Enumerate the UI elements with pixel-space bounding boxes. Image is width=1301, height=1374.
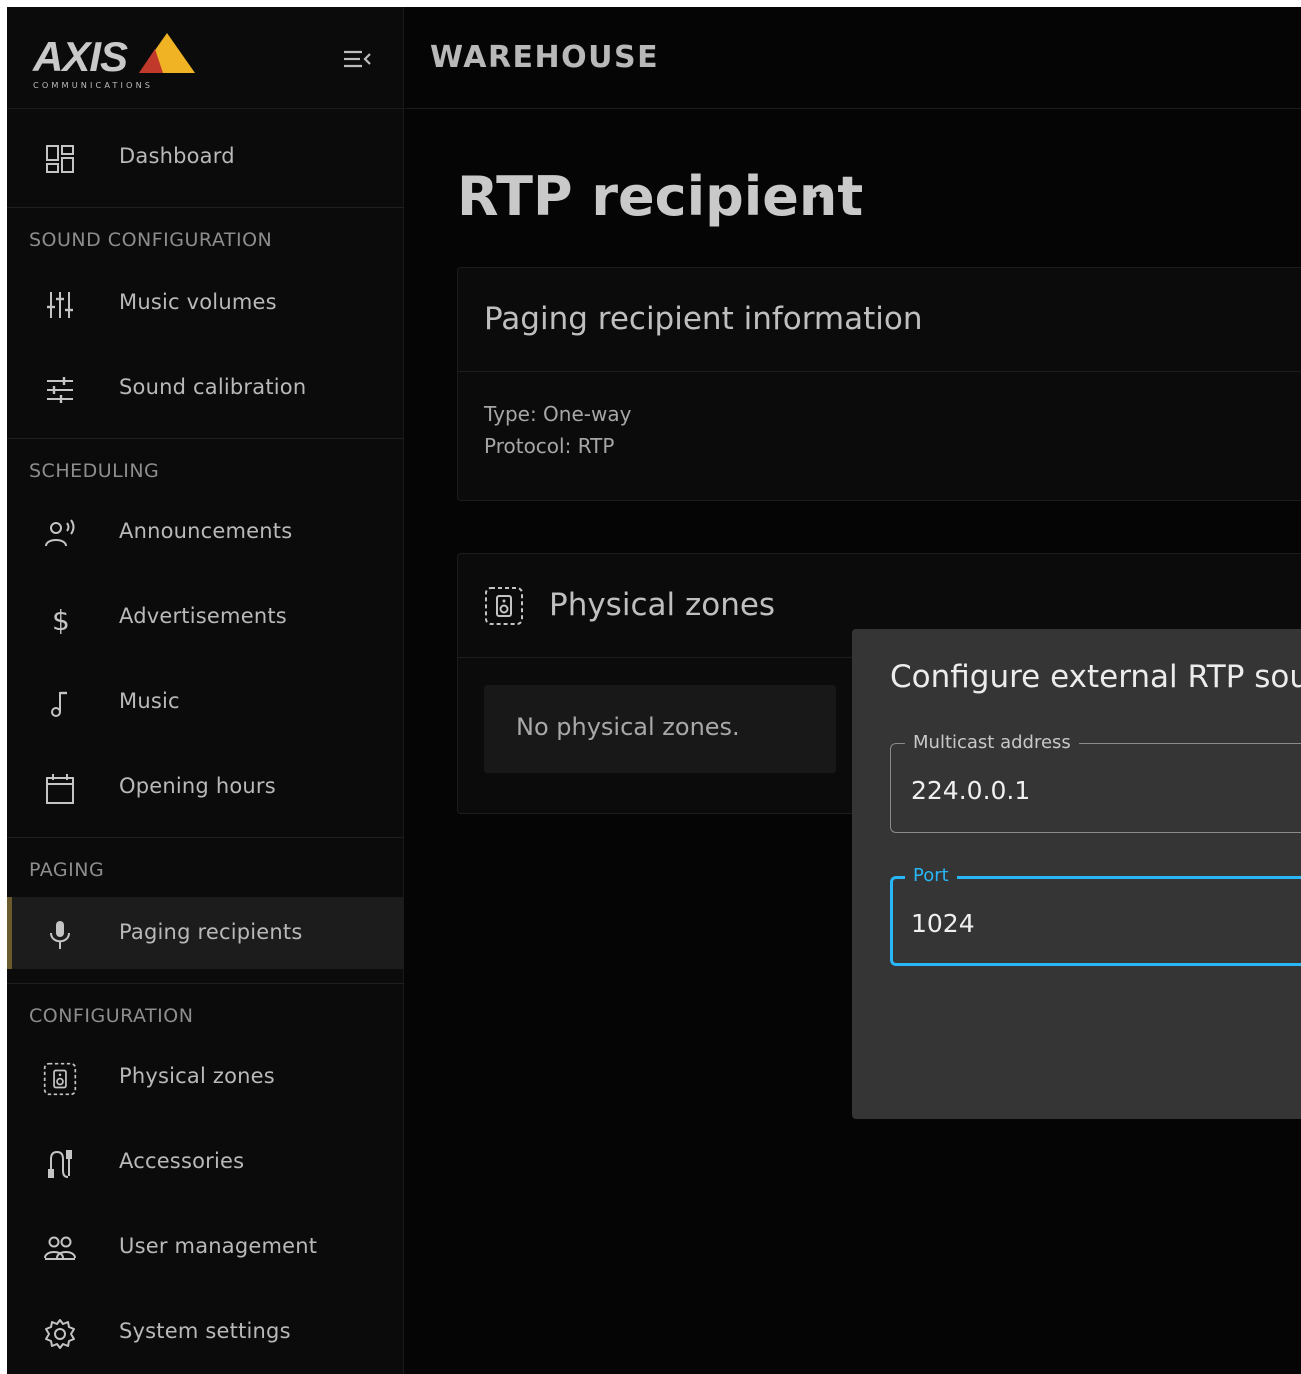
sliders-icon xyxy=(43,373,77,407)
sidebar-item-announcements[interactable]: Announcements xyxy=(7,496,404,568)
app-window: AXIS COMMUNICATIONS Dashboard SOUND CONF… xyxy=(7,7,1301,1374)
card-header: Paging recipient information xyxy=(458,268,1301,372)
sidebar-item-system-settings[interactable]: System settings xyxy=(7,1296,404,1368)
gear-icon xyxy=(43,1317,77,1351)
sidebar-item-label: Announcements xyxy=(119,519,293,543)
sidebar-divider xyxy=(7,983,404,984)
section-label-sound-configuration: SOUND CONFIGURATION xyxy=(29,229,273,251)
music-note-icon xyxy=(43,687,77,721)
card-title: Physical zones xyxy=(549,587,776,623)
configure-rtp-dialog: Configure external RTP sour Multicast ad… xyxy=(852,629,1301,1119)
sidebar-divider xyxy=(7,837,404,838)
sidebar-item-label: Sound calibration xyxy=(119,375,307,399)
microphone-icon xyxy=(43,918,77,952)
accessories-icon xyxy=(43,1147,77,1181)
sidebar-item-label: Physical zones xyxy=(119,1064,275,1088)
section-label-scheduling: SCHEDULING xyxy=(29,460,160,482)
sidebar-item-label: Music volumes xyxy=(119,290,277,314)
sidebar-item-advertisements[interactable]: $ Advertisements xyxy=(7,581,404,653)
sidebar-item-dashboard[interactable]: Dashboard xyxy=(7,121,404,193)
sidebar-item-label: Music xyxy=(119,689,180,713)
sidebar-item-label: Advertisements xyxy=(119,604,287,628)
recipient-type: Type: One-way xyxy=(484,402,632,426)
axis-logo[interactable]: AXIS COMMUNICATIONS xyxy=(31,29,201,89)
sidebar-item-sound-calibration[interactable]: Sound calibration xyxy=(7,352,404,424)
sidebar-item-physical-zones[interactable]: Physical zones xyxy=(7,1041,404,1113)
card-title: Paging recipient information xyxy=(484,301,923,337)
multicast-address-input[interactable] xyxy=(911,772,1301,808)
empty-state: No physical zones. xyxy=(484,685,836,773)
speaker-zone-icon xyxy=(43,1062,77,1096)
sidebar-item-label: Opening hours xyxy=(119,774,276,798)
top-bar: WAREHOUSE xyxy=(405,7,1301,109)
page-title: RTP recipient xyxy=(457,165,864,228)
empty-state-text: No physical zones. xyxy=(516,713,740,741)
sidebar: AXIS COMMUNICATIONS Dashboard SOUND CONF… xyxy=(7,7,404,1374)
sidebar-item-label: Accessories xyxy=(119,1149,245,1173)
dashboard-icon xyxy=(43,142,77,176)
section-label-paging: PAGING xyxy=(29,859,105,881)
dollar-icon: $ xyxy=(43,602,77,636)
announcement-icon xyxy=(43,517,77,551)
users-icon xyxy=(43,1232,77,1266)
collapse-menu-icon[interactable] xyxy=(341,45,373,73)
site-title: WAREHOUSE xyxy=(430,40,660,75)
sidebar-item-accessories[interactable]: Accessories xyxy=(7,1126,404,1198)
recipient-protocol: Protocol: RTP xyxy=(484,434,615,458)
sidebar-item-opening-hours[interactable]: Opening hours xyxy=(7,751,404,823)
multicast-address-field[interactable]: Multicast address xyxy=(890,732,1301,833)
equalizer-icon xyxy=(43,288,77,322)
speaker-zone-icon xyxy=(484,586,524,626)
more-horizontal-icon[interactable] xyxy=(808,187,838,203)
sidebar-divider xyxy=(7,438,404,439)
sidebar-item-label: System settings xyxy=(119,1319,291,1343)
svg-text:COMMUNICATIONS: COMMUNICATIONS xyxy=(33,80,153,89)
sidebar-item-music-volumes[interactable]: Music volumes xyxy=(7,267,404,339)
calendar-icon xyxy=(43,772,77,806)
svg-text:$: $ xyxy=(52,604,70,636)
sidebar-item-label: Dashboard xyxy=(119,144,235,168)
paging-recipient-info-card: Paging recipient information Type: One-w… xyxy=(457,267,1301,501)
section-label-configuration: CONFIGURATION xyxy=(29,1005,194,1027)
sidebar-item-music[interactable]: Music xyxy=(7,666,404,738)
sidebar-header: AXIS COMMUNICATIONS xyxy=(7,7,404,109)
svg-text:AXIS: AXIS xyxy=(32,33,128,80)
port-input[interactable] xyxy=(911,905,1301,941)
field-label: Multicast address xyxy=(905,732,1079,753)
port-field[interactable]: Port xyxy=(890,865,1301,966)
sidebar-item-user-management[interactable]: User management xyxy=(7,1211,404,1283)
field-label: Port xyxy=(905,865,957,886)
sidebar-item-paging-recipients[interactable]: Paging recipients xyxy=(7,897,404,969)
sidebar-item-label: User management xyxy=(119,1234,318,1258)
sidebar-item-label: Paging recipients xyxy=(119,920,303,944)
sidebar-divider xyxy=(7,207,404,208)
dialog-title: Configure external RTP sour xyxy=(890,659,1301,695)
